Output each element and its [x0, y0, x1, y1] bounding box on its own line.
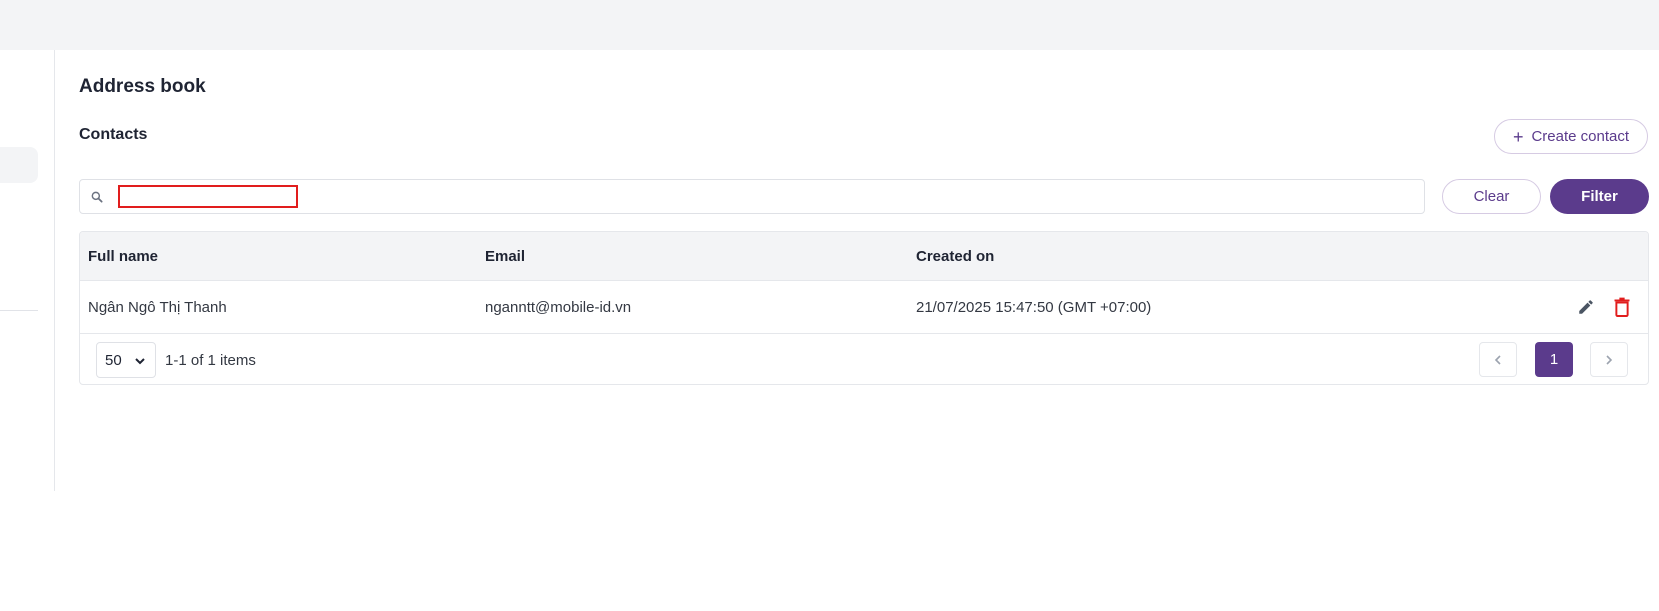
search-icon [91, 191, 103, 203]
contacts-table: Full name Email Created on Ngân Ngô Thị … [79, 231, 1649, 385]
chevron-right-icon [1606, 354, 1613, 365]
table-row: Ngân Ngô Thị Thanh nganntt@mobile-id.vn … [80, 281, 1648, 334]
cell-created-on: 21/07/2025 15:47:50 (GMT +07:00) [916, 299, 1152, 316]
items-info: 1-1 of 1 items [165, 352, 256, 369]
next-page-button[interactable] [1590, 342, 1628, 377]
create-contact-label: Create contact [1531, 128, 1630, 145]
page-size-select[interactable]: 50 [96, 342, 156, 378]
page-title: Address book [79, 76, 206, 97]
section-title: Contacts [79, 126, 148, 143]
table-footer: 50 1-1 of 1 items 1 [80, 334, 1648, 384]
sidebar [0, 50, 55, 491]
search-bar [79, 179, 1425, 214]
filter-button[interactable]: Filter [1550, 179, 1649, 214]
clear-button[interactable]: Clear [1442, 179, 1541, 214]
chevron-down-icon [135, 358, 145, 365]
create-contact-button[interactable]: + Create contact [1494, 119, 1648, 154]
sidebar-item-active[interactable] [0, 147, 38, 183]
column-header-email: Email [485, 248, 526, 265]
chevron-left-icon [1494, 354, 1501, 365]
search-input[interactable] [118, 185, 298, 208]
top-bar [0, 0, 1659, 50]
page-size-value: 50 [105, 351, 122, 369]
plus-icon: + [1512, 126, 1524, 147]
table-header: Full name Email Created on [80, 232, 1648, 281]
edit-icon[interactable] [1577, 298, 1595, 316]
sidebar-divider [0, 310, 38, 311]
column-header-created-on: Created on [916, 248, 995, 265]
cell-full-name: Ngân Ngô Thị Thanh [88, 299, 227, 316]
cell-email: nganntt@mobile-id.vn [485, 299, 632, 316]
column-header-full-name: Full name [88, 248, 159, 265]
delete-icon[interactable] [1613, 297, 1631, 317]
prev-page-button[interactable] [1479, 342, 1517, 377]
page-button-current[interactable]: 1 [1535, 342, 1573, 377]
